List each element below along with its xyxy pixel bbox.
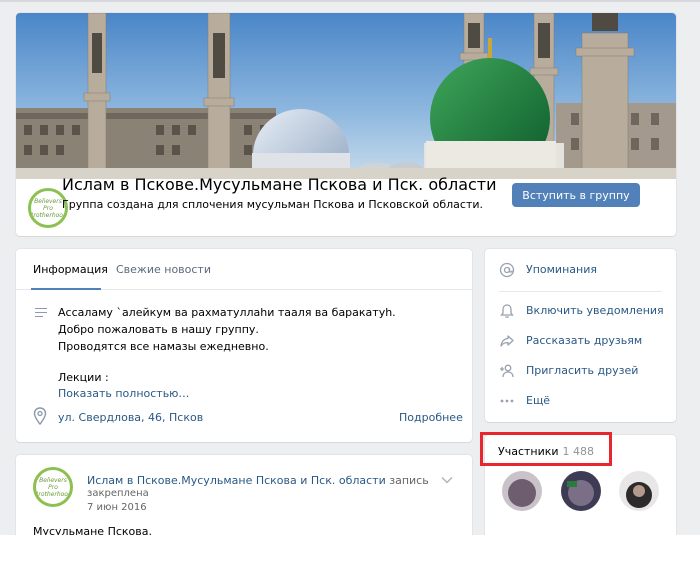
group-status: Группа создана для сплочения мусульман П… bbox=[62, 198, 483, 211]
sidebar-item-notifications[interactable]: Включить уведомления bbox=[485, 297, 676, 325]
top-border bbox=[0, 0, 700, 2]
more-icon bbox=[500, 399, 514, 403]
avatar-text: Believers Pro Brotherhood bbox=[34, 476, 72, 498]
info-tabs: Информация Свежие новости bbox=[16, 249, 472, 290]
members-highlight-box bbox=[480, 432, 612, 466]
tab-news[interactable]: Свежие новости bbox=[116, 263, 211, 276]
active-tab-indicator bbox=[31, 288, 101, 290]
description-line: Лекции : bbox=[58, 371, 109, 384]
at-icon bbox=[499, 262, 515, 278]
address-link[interactable]: ул. Свердлова, 46, Псков bbox=[58, 411, 203, 424]
show-more-link[interactable]: Показать полностью… bbox=[58, 387, 189, 400]
chevron-down-icon[interactable] bbox=[441, 476, 453, 484]
description-icon bbox=[35, 308, 47, 318]
description-line: Добро пожаловать в нашу группу. bbox=[58, 323, 259, 336]
sidebar-item-share[interactable]: Рассказать друзьям bbox=[485, 327, 676, 355]
cover-image bbox=[16, 13, 676, 179]
post-author-avatar[interactable]: Believers Pro Brotherhood bbox=[33, 467, 73, 507]
member-avatar[interactable] bbox=[561, 471, 601, 511]
join-group-button[interactable]: Вступить в группу bbox=[512, 183, 640, 207]
post-date[interactable]: 7 июн 2016 bbox=[87, 502, 147, 513]
group-title: Ислам в Пскове.Мусульмане Пскова и Пск. … bbox=[62, 175, 497, 194]
tab-info[interactable]: Информация bbox=[33, 263, 108, 276]
post-author-link[interactable]: Ислам в Пскове.Мусульмане Пскова и Пск. … bbox=[87, 474, 386, 487]
post-author-suffix: запись bbox=[385, 474, 429, 487]
sidebar-item-label: Пригласить друзей bbox=[526, 364, 639, 377]
sidebar-item-label: Включить уведомления bbox=[526, 304, 664, 317]
description-line: Проводятся все намазы ежедневно. bbox=[58, 340, 269, 353]
sidebar-item-mentions[interactable]: Упоминания bbox=[485, 256, 676, 284]
address-more-link[interactable]: Подробнее bbox=[399, 411, 463, 424]
post-author-line: Ислам в Пскове.Мусульмане Пскова и Пск. … bbox=[87, 474, 429, 487]
sidebar-item-label: Упоминания bbox=[526, 263, 597, 276]
actions-card: Упоминания Включить уведомления Рассказа… bbox=[485, 249, 676, 422]
share-icon bbox=[500, 335, 514, 347]
bell-icon bbox=[500, 304, 514, 318]
member-avatar[interactable] bbox=[502, 471, 542, 511]
sidebar-item-label: Рассказать друзьям bbox=[526, 334, 643, 347]
post-pinned-label: закреплена bbox=[87, 488, 149, 499]
member-avatar[interactable] bbox=[619, 471, 659, 511]
description-line: Ассаламу `алейкум ва рахматуллаhи тааля … bbox=[58, 306, 396, 319]
page-bottom-area bbox=[0, 535, 700, 565]
sidebar-item-label: Ещё bbox=[526, 394, 551, 407]
location-pin-icon bbox=[33, 407, 47, 425]
add-user-icon bbox=[500, 364, 514, 378]
sidebar-item-invite[interactable]: Пригласить друзей bbox=[485, 357, 676, 385]
divider bbox=[499, 291, 662, 292]
sidebar-item-more[interactable]: Ещё bbox=[485, 387, 676, 415]
info-card: Информация Свежие новости Ассаламу `алей… bbox=[16, 249, 472, 442]
